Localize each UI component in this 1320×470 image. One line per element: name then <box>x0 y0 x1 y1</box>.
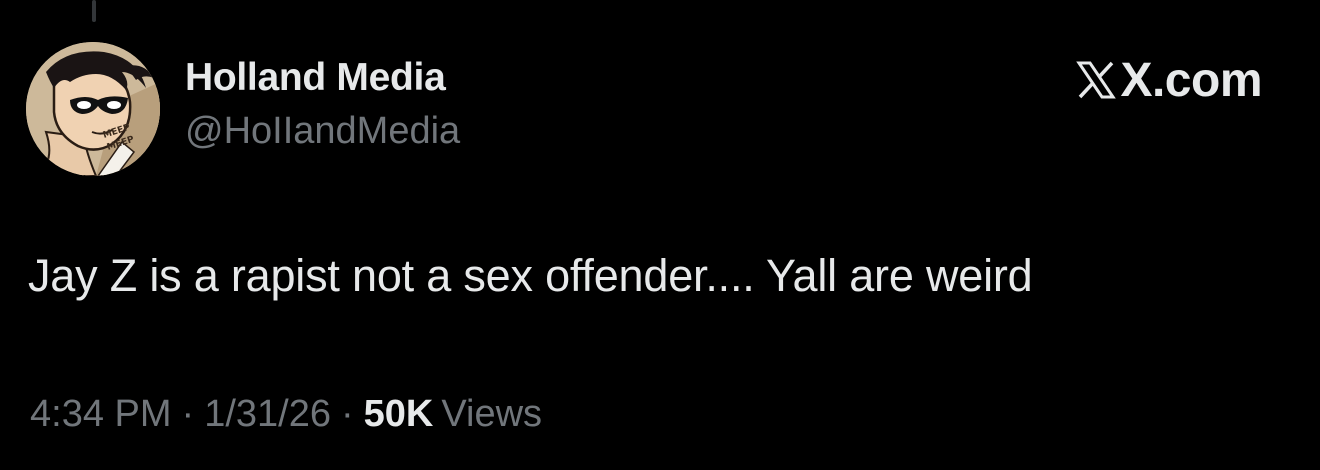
meta-separator: · <box>181 393 195 435</box>
tweet-time[interactable]: 4:34 PM <box>30 393 172 435</box>
views-label: Views <box>441 393 543 435</box>
author-display-name[interactable]: Holland Media <box>185 56 446 100</box>
tweet-text: Jay Z is a rapist not a sex offender....… <box>28 250 1033 301</box>
thread-connector-line <box>92 0 96 22</box>
views-count[interactable]: 50K <box>364 393 434 435</box>
brand-watermark: X.com <box>1076 53 1262 107</box>
meta-separator: · <box>340 393 354 435</box>
cartoon-masked-hero-avatar-icon: MEEP MEEP <box>26 42 160 176</box>
tweet-meta: 4:34 PM · 1/31/26 · 50K Views <box>30 393 542 436</box>
brand-label: X.com <box>1120 53 1262 107</box>
author-handle[interactable]: @HoIIandMedia <box>185 110 460 153</box>
x-logo-icon <box>1076 61 1117 99</box>
tweet-date[interactable]: 1/31/26 <box>204 393 331 435</box>
avatar[interactable]: MEEP MEEP <box>26 42 160 176</box>
